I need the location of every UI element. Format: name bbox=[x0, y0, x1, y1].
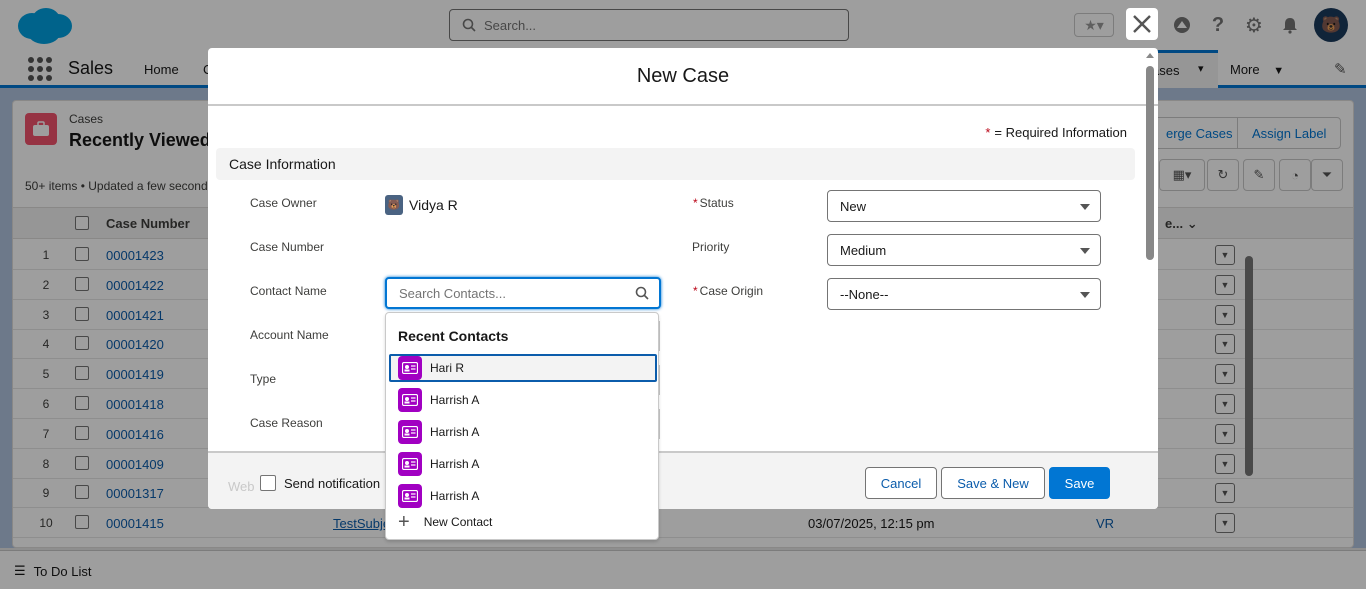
case-origin-select[interactable]: --None-- bbox=[827, 278, 1101, 310]
plus-icon: + bbox=[398, 511, 410, 533]
required-info: * = Required Information bbox=[985, 125, 1127, 140]
contact-card-icon bbox=[398, 484, 422, 508]
new-contact-option[interactable]: + New Contact bbox=[398, 511, 493, 533]
cancel-button[interactable]: Cancel bbox=[865, 467, 937, 499]
contact-search-placeholder: Search Contacts... bbox=[399, 285, 506, 301]
priority-label: Priority bbox=[692, 240, 730, 254]
save-and-new-button[interactable]: Save & New bbox=[941, 467, 1045, 499]
priority-select[interactable]: Medium bbox=[827, 234, 1101, 266]
contact-option-label: Harrish A bbox=[430, 457, 480, 471]
modal-scrollbar[interactable] bbox=[1145, 52, 1155, 502]
status-label: * Status bbox=[693, 196, 734, 210]
contact-card-icon bbox=[398, 388, 422, 412]
contact-option[interactable]: Harrish A bbox=[389, 418, 657, 446]
chevron-down-icon bbox=[1080, 292, 1090, 298]
case-number-label: Case Number bbox=[250, 240, 325, 254]
case-reason-label: Case Reason bbox=[250, 416, 323, 430]
type-label: Type bbox=[250, 372, 277, 386]
close-icon bbox=[1133, 15, 1151, 33]
case-origin-label-text: Case Origin bbox=[699, 284, 764, 298]
modal-title: New Case bbox=[208, 48, 1158, 106]
contact-option[interactable]: Harrish A bbox=[389, 482, 657, 510]
contact-search-input[interactable]: Search Contacts... bbox=[385, 277, 661, 309]
case-owner-name: Vidya R bbox=[409, 197, 458, 213]
case-owner-value[interactable]: 🐻 Vidya R bbox=[385, 195, 458, 215]
checkbox[interactable] bbox=[260, 475, 276, 491]
contact-option-label: Harrish A bbox=[430, 425, 480, 439]
required-info-text: = Required Information bbox=[994, 125, 1127, 140]
close-modal-button[interactable] bbox=[1126, 8, 1158, 40]
chevron-down-icon bbox=[1080, 204, 1090, 210]
contact-option-label: Harrish A bbox=[430, 393, 480, 407]
case-origin-label: * Case Origin bbox=[693, 284, 764, 298]
section-case-information[interactable]: Case Information bbox=[216, 148, 1135, 180]
contact-card-icon bbox=[398, 356, 422, 380]
owner-avatar-icon: 🐻 bbox=[385, 195, 403, 215]
contact-card-icon bbox=[398, 452, 422, 476]
new-contact-label: New Contact bbox=[423, 515, 493, 529]
status-value: New bbox=[840, 198, 867, 214]
contact-option[interactable]: Harrish A bbox=[389, 386, 657, 414]
status-label-text: Status bbox=[699, 196, 734, 210]
contact-lookup-dropdown: Recent Contacts Hari R Harrish A Harrish A… bbox=[385, 312, 659, 540]
contact-option-label: Hari R bbox=[430, 361, 465, 375]
priority-value: Medium bbox=[840, 242, 887, 258]
contact-card-icon bbox=[398, 420, 422, 444]
send-notification-label: Send notification bbox=[284, 475, 381, 491]
case-origin-value: --None-- bbox=[840, 286, 889, 302]
modal-footer: Web Send notification Cancel Save & New … bbox=[208, 451, 1158, 509]
web-ghost-text: Web bbox=[228, 479, 255, 494]
send-notification-checkbox[interactable]: Send notification bbox=[260, 475, 380, 491]
recent-contacts-heading: Recent Contacts bbox=[398, 328, 509, 344]
contact-option[interactable]: Hari R bbox=[389, 354, 657, 382]
account-name-label: Account Name bbox=[250, 328, 329, 342]
case-owner-label: Case Owner bbox=[250, 196, 317, 210]
new-case-modal: New Case * = Required Information Case In… bbox=[208, 48, 1158, 509]
contact-option[interactable]: Harrish A bbox=[389, 450, 657, 478]
contact-option-label: Harrish A bbox=[430, 489, 480, 503]
contact-name-label: Contact Name bbox=[250, 284, 327, 298]
search-icon bbox=[635, 286, 649, 300]
save-button[interactable]: Save bbox=[1049, 467, 1110, 499]
status-select[interactable]: New bbox=[827, 190, 1101, 222]
chevron-down-icon bbox=[1080, 248, 1090, 254]
